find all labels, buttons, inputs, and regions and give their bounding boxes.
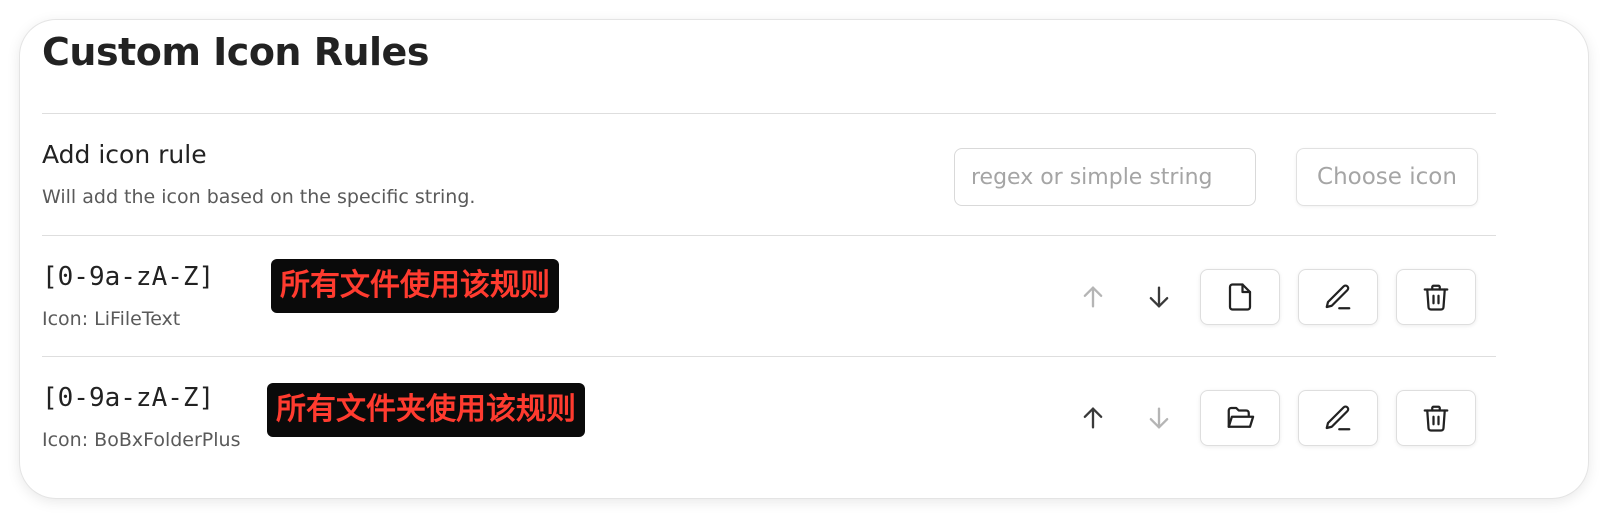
rule-pattern: [0-9a-zA-Z] [42, 262, 215, 292]
rule-icon-preview-button[interactable] [1200, 390, 1280, 446]
move-down-button[interactable] [1137, 275, 1181, 319]
page-title: Custom Icon Rules [42, 30, 429, 74]
file-text-icon [1228, 283, 1252, 311]
arrow-down-icon [1149, 286, 1169, 308]
choose-icon-button[interactable]: Choose icon [1296, 148, 1478, 206]
rule-annotation-tag: 所有文件使用该规则 [271, 259, 559, 313]
divider [42, 113, 1496, 114]
rule-icon-preview-button[interactable] [1200, 269, 1280, 325]
rule-icon-name: Icon: LiFileText [42, 308, 181, 330]
arrow-down-icon [1149, 407, 1169, 429]
edit-rule-button[interactable] [1298, 390, 1378, 446]
delete-rule-button[interactable] [1396, 390, 1476, 446]
delete-rule-button[interactable] [1396, 269, 1476, 325]
move-up-button[interactable] [1071, 396, 1115, 440]
rule-annotation-tag: 所有文件夹使用该规则 [267, 383, 585, 437]
trash-icon [1423, 405, 1449, 432]
folder-open-icon [1227, 406, 1255, 428]
pencil-icon [1325, 284, 1351, 310]
rule-pattern: [0-9a-zA-Z] [42, 383, 215, 413]
custom-icon-rules-panel: Custom Icon Rules Add icon rule Will add… [20, 20, 1588, 498]
arrow-up-icon [1083, 286, 1103, 308]
rule-icon-name: Icon: BoBxFolderPlus [42, 429, 241, 451]
edit-rule-button[interactable] [1298, 269, 1378, 325]
add-rule-description: Will add the icon based on the specific … [42, 186, 476, 208]
move-up-button[interactable] [1071, 275, 1115, 319]
rule-pattern-input[interactable] [954, 148, 1256, 206]
move-down-button[interactable] [1137, 396, 1181, 440]
pencil-icon [1325, 405, 1351, 431]
add-rule-label: Add icon rule [42, 140, 207, 169]
divider [42, 356, 1496, 357]
divider [42, 235, 1496, 236]
arrow-up-icon [1083, 407, 1103, 429]
trash-icon [1423, 284, 1449, 311]
